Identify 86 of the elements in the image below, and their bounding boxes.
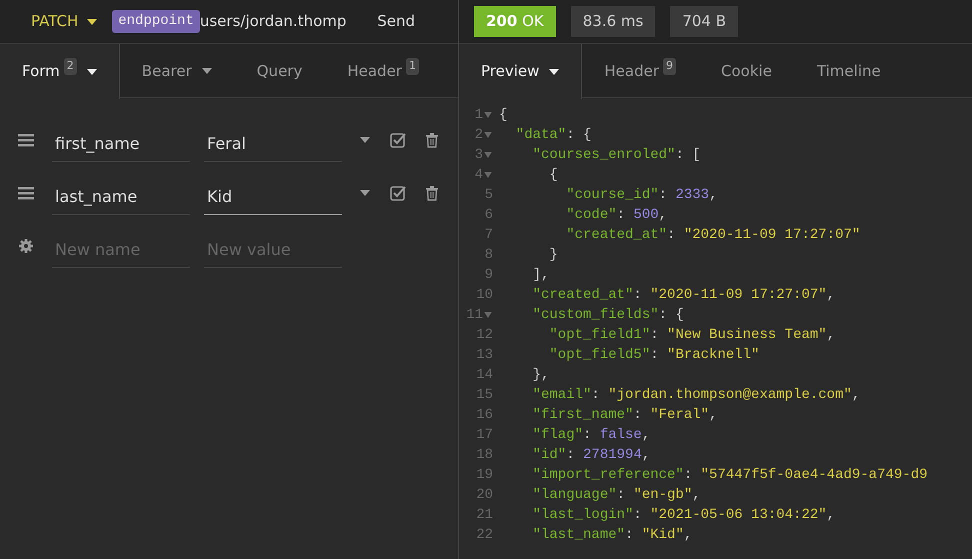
code-line: "language": "en-gb",: [532, 486, 701, 505]
code-line: {: [499, 106, 508, 125]
line-number: 20: [476, 486, 493, 505]
value-field[interactable]: Feral: [204, 118, 342, 162]
code-line: "data": {: [514, 126, 592, 145]
caret-icon: [86, 68, 97, 74]
checked-checkbox-icon[interactable]: [390, 132, 406, 148]
code-line: "courses_enroled": [: [532, 146, 701, 165]
line-number: 22: [476, 526, 493, 545]
line-number: 4: [474, 166, 483, 185]
name-field[interactable]: first_name: [52, 118, 190, 162]
caret-icon: [360, 190, 370, 196]
code-line: "last_name": "Kid",: [532, 526, 692, 545]
code-line: "email": "jordan.thompson@example.com",: [532, 386, 860, 405]
count-badge: 2: [64, 58, 77, 74]
trash-icon[interactable]: [424, 132, 440, 148]
line-number: 19: [476, 466, 493, 485]
method-dropdown[interactable]: PATCH: [0, 10, 98, 33]
code-line: "created_at": "2020-11-09 17:27:07": [565, 226, 860, 245]
send-button[interactable]: Send: [357, 10, 436, 33]
code-line: "last_login": "2021-05-06 13:04:22",: [532, 506, 836, 525]
line-number: 10: [476, 286, 493, 305]
code-line: "opt_field1": "New Business Team",: [548, 326, 836, 345]
line-number: 7: [484, 226, 493, 245]
tab[interactable]: Header 1: [325, 44, 442, 98]
code-line: "created_at": "2020-11-09 17:27:07",: [532, 286, 836, 305]
time-badge: 83.6 ms: [570, 6, 656, 37]
fold-arrow-icon[interactable]: [483, 152, 493, 158]
line-number: 13: [476, 346, 493, 365]
value-field[interactable]: New value: [204, 224, 342, 268]
line-number: 21: [476, 506, 493, 525]
line-number: 3: [474, 146, 483, 165]
size-badge: 704 B: [670, 6, 738, 37]
code-line: "opt_field5": "Bracknell": [548, 346, 760, 365]
count-badge: 9: [663, 58, 676, 74]
drag-handle-icon: [18, 184, 34, 200]
line-number: 8: [484, 246, 493, 265]
caret-icon: [549, 68, 560, 74]
line-number: 1: [474, 106, 483, 125]
code-line: "flag": false,: [532, 426, 650, 445]
tab[interactable]: Cookie: [699, 44, 795, 98]
code-line: "import_reference": "57447f5f-0ae4-4ad9-a749-d9: [532, 466, 928, 485]
tab[interactable]: Form 2: [0, 44, 120, 99]
drag-handle-icon: [18, 132, 34, 148]
code-line: },: [532, 366, 550, 385]
caret-icon: [202, 68, 212, 74]
code-line: {: [548, 166, 558, 185]
code-line: ],: [532, 266, 550, 285]
code-line: "custom_fields": {: [532, 306, 684, 325]
tab[interactable]: Bearer: [120, 44, 235, 98]
line-number: 9: [484, 266, 493, 285]
status-badge: 200 OK: [474, 6, 556, 37]
name-field[interactable]: last_name: [52, 170, 190, 214]
line-number: 12: [476, 326, 493, 345]
line-number: 18: [476, 446, 493, 465]
line-number: 2: [474, 126, 483, 145]
code-line: "first_name": "Feral",: [532, 406, 718, 425]
fold-arrow-icon[interactable]: [483, 312, 493, 318]
line-number: 17: [476, 426, 493, 445]
checked-checkbox-icon[interactable]: [390, 184, 406, 200]
line-number: 14: [476, 366, 493, 385]
line-number: 16: [476, 406, 493, 425]
fold-arrow-icon[interactable]: [483, 172, 493, 178]
url-text[interactable]: users/jordan.thomp: [200, 10, 346, 33]
tab[interactable]: Preview: [459, 44, 582, 99]
code-line: "id": 2781994,: [532, 446, 650, 465]
fold-arrow-icon[interactable]: [483, 112, 493, 118]
line-number: 11: [466, 306, 483, 325]
tab[interactable]: Header 9: [582, 44, 700, 98]
trash-icon[interactable]: [424, 184, 440, 200]
line-number: 6: [484, 206, 493, 225]
code-line: "code": 500,: [565, 206, 668, 225]
value-field[interactable]: Kid: [204, 170, 342, 214]
code-line: "course_id": 2333,: [565, 186, 718, 205]
fold-arrow-icon[interactable]: [483, 132, 493, 138]
caret-icon: [87, 18, 98, 24]
tab[interactable]: Query: [234, 44, 326, 98]
count-badge: 1: [406, 58, 419, 74]
code-line: }: [548, 246, 558, 265]
endpoint-tag: endppoint: [112, 10, 200, 33]
tab[interactable]: Timeline: [794, 44, 904, 98]
settings-icon: [18, 238, 34, 254]
line-number: 5: [484, 186, 493, 205]
line-number: 15: [476, 386, 493, 405]
name-field[interactable]: New name: [52, 224, 190, 268]
caret-icon: [360, 136, 370, 142]
